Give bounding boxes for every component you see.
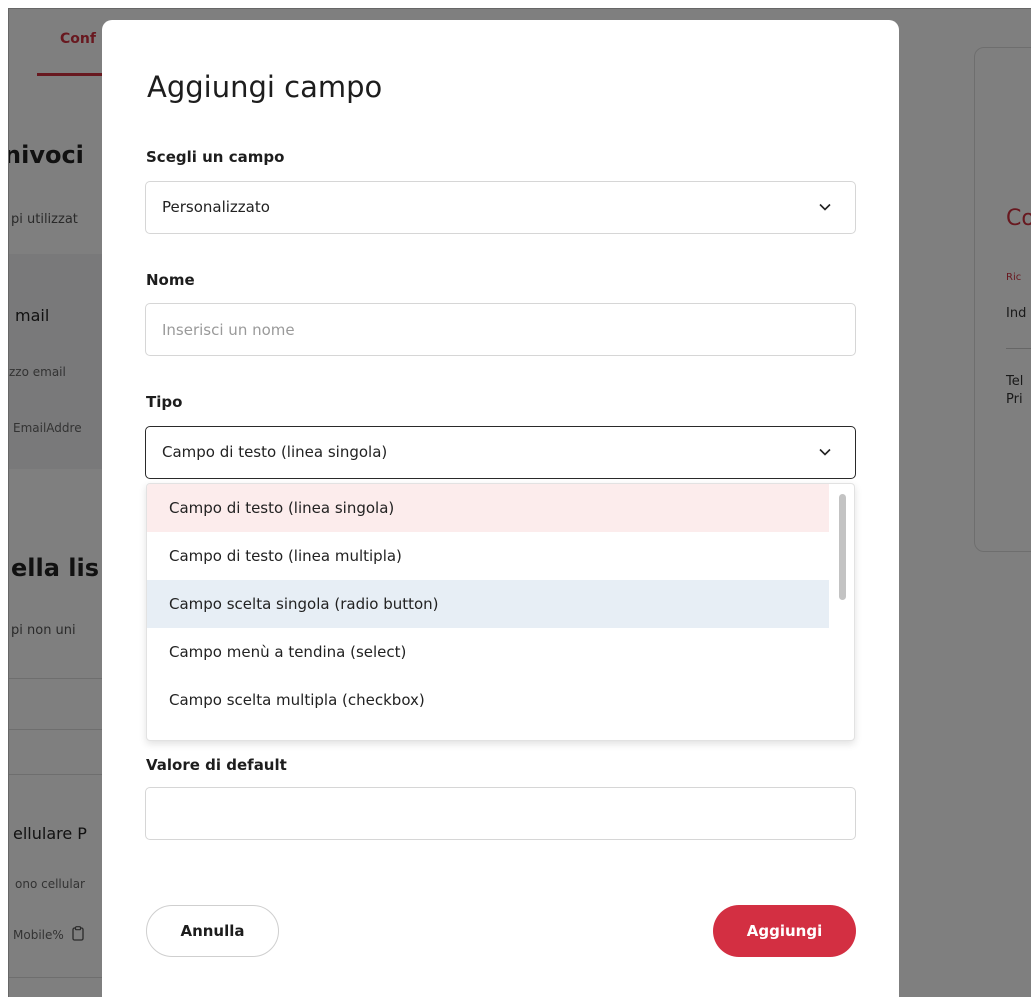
field-choice-select[interactable]: Personalizzato bbox=[145, 181, 856, 234]
dropdown-scrollbar[interactable] bbox=[839, 494, 846, 600]
default-value-input[interactable] bbox=[145, 787, 856, 840]
chevron-down-icon bbox=[819, 203, 831, 211]
type-label: Tipo bbox=[146, 393, 183, 411]
type-option[interactable]: Campo scelta singola (radio button) bbox=[147, 580, 829, 628]
type-option[interactable]: Campo scelta multipla (checkbox) bbox=[147, 676, 829, 724]
type-option[interactable]: Campo di testo (linea singola) bbox=[147, 484, 829, 532]
name-input[interactable] bbox=[145, 303, 856, 356]
type-options-list[interactable]: Campo di testo (linea singola) Campo di … bbox=[146, 483, 855, 741]
field-choice-value: Personalizzato bbox=[162, 198, 270, 216]
type-select[interactable]: Campo di testo (linea singola) bbox=[145, 426, 856, 479]
cancel-button[interactable]: Annulla bbox=[146, 905, 279, 957]
add-button[interactable]: Aggiungi bbox=[713, 905, 856, 957]
chevron-down-icon bbox=[819, 448, 831, 456]
add-field-modal: Aggiungi campo Scegli un campo Personali… bbox=[102, 20, 899, 997]
field-choice-label: Scegli un campo bbox=[146, 148, 285, 166]
default-value-label: Valore di default bbox=[146, 756, 287, 774]
name-label: Nome bbox=[146, 271, 195, 289]
modal-title: Aggiungi campo bbox=[147, 70, 383, 104]
type-option[interactable]: Campo menù a tendina (select) bbox=[147, 628, 829, 676]
type-option[interactable]: Campo di testo (linea multipla) bbox=[147, 532, 829, 580]
type-value: Campo di testo (linea singola) bbox=[162, 443, 388, 461]
